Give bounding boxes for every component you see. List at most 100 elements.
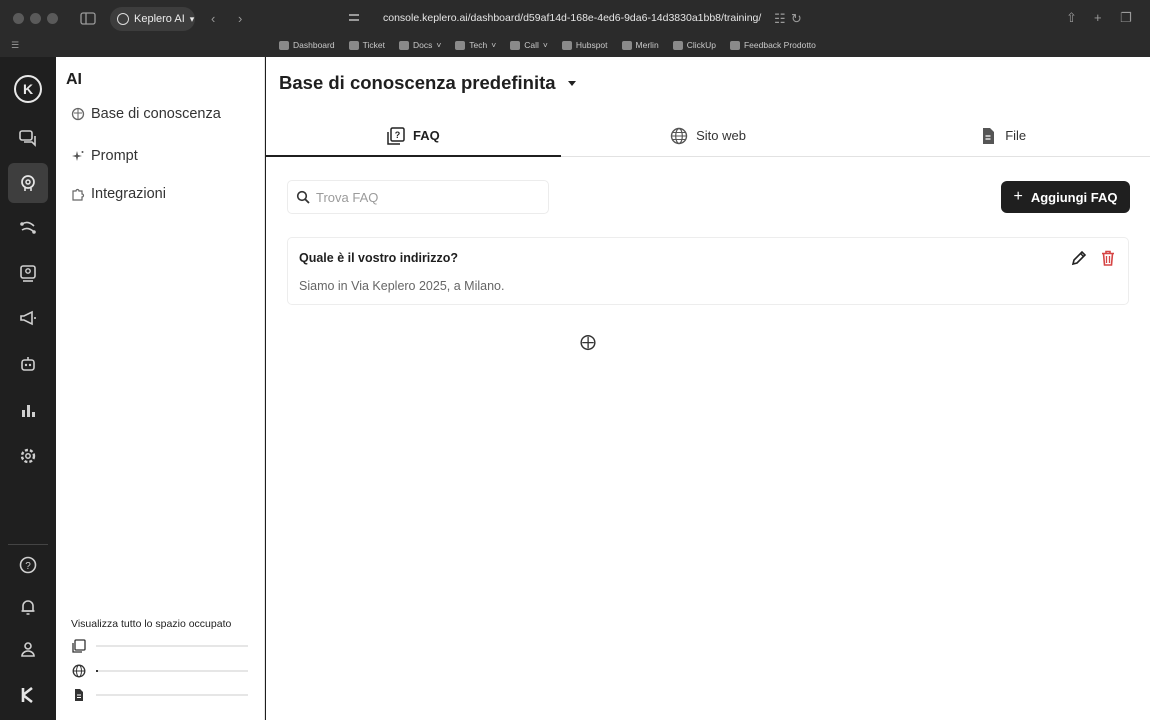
bookmark-item[interactable]: ClickUp (672, 40, 716, 50)
browser-tab-title: Keplero AI (134, 13, 185, 25)
usage-bar-website (96, 670, 248, 672)
keplero-icon[interactable] (8, 675, 48, 715)
search-input[interactable] (316, 189, 526, 205)
bookmark-item[interactable]: Ticket (348, 40, 385, 50)
usage-row-website (72, 664, 248, 678)
bookmark-item[interactable]: Dashboard (279, 40, 335, 50)
caret-down-icon (567, 80, 576, 86)
bookmark-icon (672, 40, 683, 50)
globe-icon (670, 127, 688, 144)
bookmark-item[interactable]: Hubspot (561, 40, 608, 50)
tab-label: File (1005, 128, 1027, 143)
ai-brain-icon[interactable] (8, 163, 48, 203)
chat-icon[interactable] (8, 118, 48, 158)
tabs-overview-icon[interactable]: ❐ (1120, 11, 1132, 25)
sidebar-toggle-icon[interactable] (80, 12, 96, 28)
usage-bar-file (96, 694, 248, 696)
bookmark-folder[interactable]: Call ˅ (510, 40, 548, 50)
usage-row-file (72, 688, 248, 702)
bookmark-item[interactable]: Feedback Prodotto (729, 40, 816, 50)
knowledge-base-selector[interactable]: Base di conoscenza predefinita (279, 72, 576, 94)
sidebar-item-label: Prompt (91, 148, 138, 164)
chevron-down-icon: ▾ (189, 13, 195, 24)
sidebar-item-knowledge-base[interactable]: Base di conoscenza (71, 106, 221, 122)
folder-icon (455, 40, 466, 50)
chevron-down-icon: ˅ (436, 40, 442, 50)
main-content: Base di conoscenza predefinita ? FAQ Sit… (266, 57, 1150, 720)
sidebar-item-integrations[interactable]: Integrazioni (71, 186, 166, 202)
bookmark-icon (621, 40, 632, 50)
trash-icon[interactable] (1099, 249, 1117, 267)
plus-icon: + (1013, 188, 1023, 205)
faq-answer: Siamo in Via Keplero 2025, a Milano. (299, 279, 505, 293)
bot-icon[interactable] (8, 344, 48, 384)
bell-icon[interactable] (8, 587, 48, 627)
faq-question: Quale è il vostro indirizzo? (299, 251, 459, 265)
bookmark-icon (279, 40, 289, 50)
browser-chrome: Keplero AI ▾ ‹ › console.keplero.ai/dash… (0, 0, 1150, 57)
bookmark-folder[interactable]: Tech ˅ (455, 40, 496, 50)
analytics-icon[interactable] (8, 390, 48, 430)
bookmark-icon (561, 40, 572, 50)
tab-faq[interactable]: ? FAQ (266, 115, 561, 157)
bookmark-item[interactable]: Merlin (621, 40, 659, 50)
tab-bar: ? FAQ Sito web File (266, 115, 1150, 157)
edit-icon[interactable] (1070, 249, 1088, 267)
bookmarks-bar: Dashboard Ticket Docs ˅ Tech ˅ Call ˅ Hubsp… (279, 40, 830, 50)
search-icon (296, 190, 310, 204)
chevron-down-icon: ˅ (491, 40, 497, 50)
window-controls[interactable] (13, 13, 58, 24)
faq-icon (72, 639, 86, 653)
keplero-tab-icon (117, 13, 129, 25)
user-icon[interactable] (8, 629, 48, 669)
folder-icon (398, 40, 409, 50)
tab-label: Sito web (696, 128, 746, 143)
workflow-icon[interactable] (8, 208, 48, 248)
sidebar-title: AI (66, 71, 82, 88)
share-icon[interactable]: ⇧ (1066, 11, 1077, 25)
site-settings-icon[interactable] (348, 12, 360, 27)
bookmark-icon (348, 40, 359, 50)
crosshair-cursor-icon: ⨁ (580, 334, 596, 351)
settings-icon[interactable] (8, 436, 48, 476)
sidebar-item-label: Integrazioni (91, 186, 166, 202)
reload-icon[interactable]: ↻ (791, 12, 802, 26)
svg-text:?: ? (395, 130, 401, 140)
folder-icon (510, 40, 521, 50)
faq-search[interactable] (287, 180, 549, 214)
translate-icon[interactable]: ☷ (774, 12, 786, 26)
globe-icon (72, 664, 86, 678)
chevron-down-icon: ˅ (542, 40, 548, 50)
new-tab-icon[interactable]: + (1094, 11, 1102, 25)
sidebar-item-label: Base di conoscenza (91, 106, 221, 122)
forward-icon[interactable]: › (238, 12, 242, 26)
add-faq-button[interactable]: + Aggiungi FAQ (1001, 181, 1130, 213)
sidebar: AI Base di conoscenza Prompt Integrazion… (56, 57, 265, 720)
megaphone-icon[interactable] (8, 298, 48, 338)
browser-tab[interactable]: Keplero AI ▾ (110, 7, 195, 31)
bookmarks-menu-icon[interactable]: ☰ (11, 38, 19, 52)
storage-usage-link[interactable]: Visualizza tutto lo spazio occupato (71, 618, 231, 630)
sparkle-icon (72, 151, 84, 161)
contacts-icon[interactable] (8, 253, 48, 293)
help-icon[interactable]: ? (8, 545, 48, 585)
faq-icon: ? (387, 126, 405, 145)
faq-card[interactable]: Quale è il vostro indirizzo? Siamo in Vi… (287, 237, 1129, 305)
back-icon[interactable]: ‹ (211, 12, 215, 26)
app-rail: K ? (0, 57, 56, 720)
page-title: Base di conoscenza predefinita (279, 72, 556, 93)
tab-website[interactable]: Sito web (561, 115, 856, 156)
brain-icon (71, 107, 85, 121)
puzzle-icon (72, 188, 85, 201)
usage-row-faq (72, 639, 248, 653)
address-bar[interactable]: console.keplero.ai/dashboard/d59af14d-16… (383, 12, 765, 24)
add-faq-label: Aggiungi FAQ (1030, 189, 1118, 205)
tab-file[interactable]: File (855, 115, 1150, 156)
svg-text:?: ? (25, 561, 31, 572)
sidebar-item-prompt[interactable]: Prompt (71, 148, 138, 164)
file-icon (983, 127, 995, 144)
bookmark-icon (729, 40, 740, 50)
bookmark-folder[interactable]: Docs ˅ (398, 40, 442, 50)
file-icon (75, 689, 83, 701)
keplero-logo-icon[interactable]: K (14, 75, 42, 103)
